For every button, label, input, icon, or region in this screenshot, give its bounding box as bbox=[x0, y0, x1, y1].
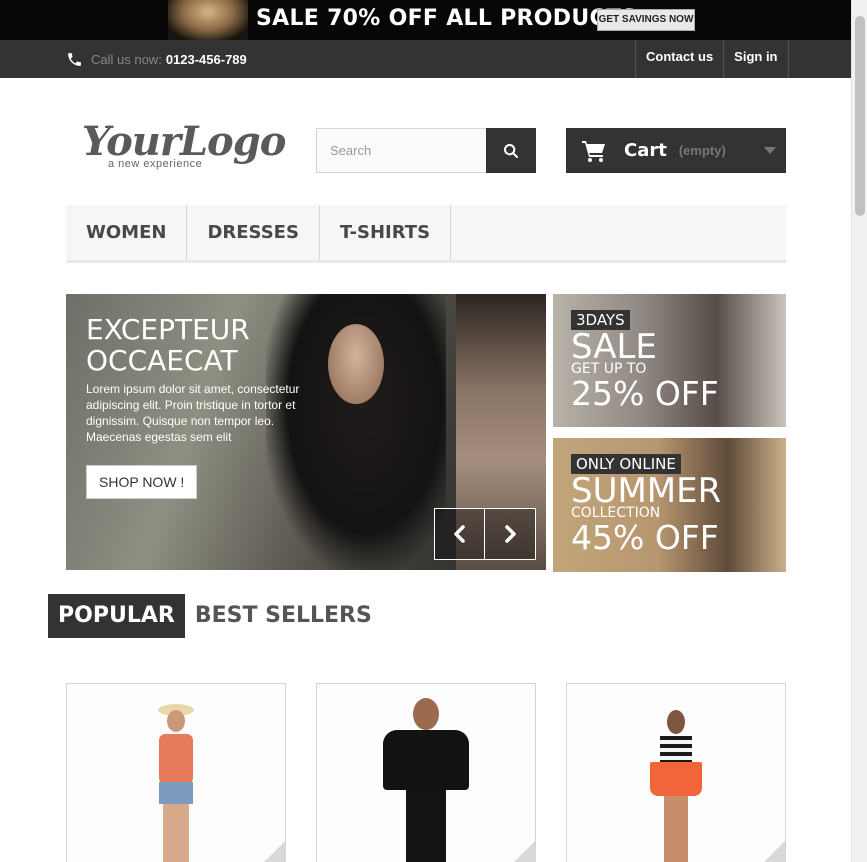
slider-prev-button[interactable] bbox=[434, 508, 485, 560]
search-icon bbox=[504, 143, 518, 158]
sign-in-link[interactable]: Sign in bbox=[723, 40, 789, 78]
tab-popular[interactable]: POPULAR bbox=[48, 594, 185, 638]
slider-title-line-2: OCCAECAT bbox=[86, 344, 238, 377]
slider-controls bbox=[434, 508, 536, 560]
top-links: Contact us Sign in bbox=[635, 40, 789, 78]
banner-offer: 45% OFF bbox=[571, 518, 719, 557]
product-corner-fold bbox=[744, 840, 785, 862]
get-savings-button[interactable]: GET SAVINGS NOW bbox=[597, 9, 695, 31]
model-legs bbox=[664, 796, 688, 862]
promo-model-image bbox=[168, 0, 248, 40]
phone-number: 0123-456-789 bbox=[165, 52, 247, 67]
cart-label: Cart bbox=[624, 140, 667, 161]
summer-collection-banner[interactable]: ONLY ONLINE SUMMER COLLECTION 45% OFF bbox=[553, 438, 786, 572]
model-head bbox=[167, 710, 185, 732]
slider-model-face bbox=[328, 324, 384, 404]
top-nav-bar: Call us now: 0123-456-789 Contact us Sig… bbox=[0, 40, 851, 78]
cart-status: (empty) bbox=[678, 143, 726, 158]
site-logo[interactable]: YourLogo a new experience bbox=[82, 118, 286, 174]
menu-item-dresses[interactable]: DRESSES bbox=[187, 205, 320, 260]
slider-next-button[interactable] bbox=[485, 508, 536, 560]
main-menu: WOMEN DRESSES T-SHIRTS bbox=[66, 205, 786, 263]
chevron-right-icon bbox=[505, 525, 516, 543]
product-image bbox=[67, 684, 285, 862]
model-top bbox=[383, 730, 469, 790]
product-corner-fold bbox=[244, 840, 285, 862]
model-head bbox=[413, 698, 439, 730]
banner-offer: 25% OFF bbox=[571, 374, 719, 413]
chevron-left-icon bbox=[453, 525, 465, 543]
product-image bbox=[317, 684, 535, 862]
product-image bbox=[567, 684, 785, 862]
search-button[interactable] bbox=[486, 128, 536, 173]
shopping-cart-icon bbox=[582, 140, 605, 162]
page-scrollbar[interactable] bbox=[851, 0, 867, 862]
search-form bbox=[316, 128, 536, 173]
product-model bbox=[646, 710, 706, 862]
sale-banner[interactable]: 3DAYS SALE GET UP TO 25% OFF bbox=[553, 294, 786, 427]
slider-title-line-1: EXCEPTEUR bbox=[86, 313, 250, 346]
cart-button[interactable]: Cart (empty) bbox=[566, 128, 786, 173]
menu-item-women[interactable]: WOMEN bbox=[66, 205, 188, 260]
contact-us-link[interactable]: Contact us bbox=[635, 40, 723, 78]
promo-banner[interactable]: SALE 70% OFF ALL PRODUCTS GET SAVINGS NO… bbox=[0, 0, 851, 40]
model-top bbox=[159, 734, 193, 784]
model-striped-top bbox=[660, 736, 692, 762]
slider-description: Lorem ipsum dolor sit amet, consectetur … bbox=[86, 382, 300, 444]
phone-icon bbox=[68, 53, 81, 66]
phone-prefix: Call us now: bbox=[91, 52, 162, 67]
model-shorts bbox=[159, 782, 193, 804]
search-input[interactable] bbox=[316, 128, 486, 173]
product-tabs: POPULAR BEST SELLERS bbox=[48, 594, 382, 638]
product-corner-fold bbox=[494, 840, 535, 862]
product-card[interactable] bbox=[66, 683, 286, 862]
model-head bbox=[667, 710, 685, 734]
menu-item-t-shirts[interactable]: T-SHIRTS bbox=[320, 205, 452, 260]
hero-slider: EXCEPTEUR OCCAECAT Lorem ipsum dolor sit… bbox=[66, 294, 546, 570]
scrollbar-thumb[interactable] bbox=[855, 16, 865, 216]
product-card[interactable] bbox=[566, 683, 786, 862]
logo-text: YourLogo bbox=[82, 118, 286, 165]
banner-headline: SUMMER bbox=[571, 471, 722, 511]
promo-headline: SALE 70% OFF ALL PRODUCTS bbox=[256, 6, 638, 31]
tab-best-sellers[interactable]: BEST SELLERS bbox=[185, 594, 382, 638]
model-skirt bbox=[650, 762, 702, 796]
chevron-down-icon bbox=[764, 147, 776, 154]
phone-contact: Call us now: 0123-456-789 bbox=[66, 51, 247, 68]
product-model bbox=[146, 704, 206, 862]
shop-now-button[interactable]: SHOP NOW ! bbox=[86, 465, 198, 499]
slider-title: EXCEPTEUR OCCAECAT bbox=[86, 314, 250, 376]
banner-headline: SALE bbox=[571, 327, 657, 367]
logo-tagline: a new experience bbox=[108, 158, 203, 170]
model-legs bbox=[163, 804, 189, 862]
product-card[interactable] bbox=[316, 683, 536, 862]
model-pants bbox=[406, 790, 446, 862]
product-model bbox=[381, 698, 471, 862]
